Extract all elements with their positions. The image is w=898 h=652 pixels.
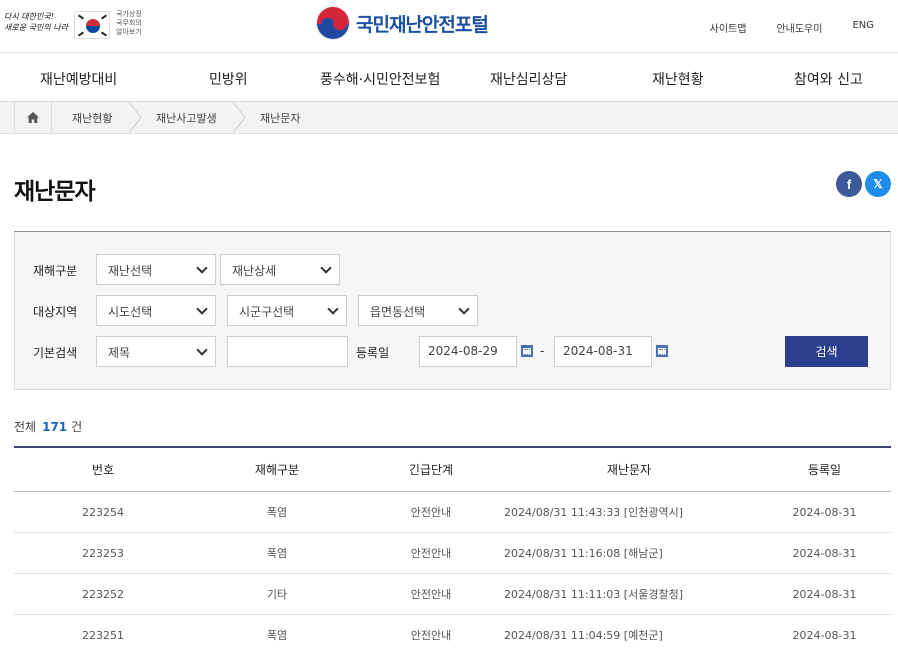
cell-type: 폭염 (266, 629, 288, 642)
government-logo[interactable]: 다시 대한민국! 새로운 국민의 나라 국가상징 국무회의 알아보기 (4, 10, 144, 42)
chevron-down-icon (458, 303, 470, 315)
taegukgi-icon (74, 11, 110, 39)
sido-select[interactable]: 시도선택 (96, 295, 216, 326)
disaster-message-table: 번호 재해구분 긴급단계 재난문자 등록일 223254 폭염 안전안내 202… (14, 446, 891, 652)
cell-level: 안전안내 (410, 547, 452, 560)
chevron-down-icon (320, 262, 332, 274)
cell-date: 2024-08-31 (792, 628, 857, 642)
cell-message[interactable]: 2024/08/31 11:16:08 [해남군] (500, 533, 758, 573)
column-header: 등록일 (807, 463, 842, 477)
chevron-down-icon (327, 303, 339, 315)
select-value: 제목 (108, 346, 131, 360)
nav-disaster-status[interactable]: 재난현황 (652, 69, 704, 89)
keyword-input[interactable] (227, 336, 348, 367)
cell-message[interactable]: 2024/08/31 11:04:59 [예천군] (500, 615, 758, 652)
cell-level: 안전안내 (410, 588, 452, 601)
cell-number: 223251 (82, 628, 124, 642)
calendar-icon[interactable] (521, 345, 533, 357)
chevron-down-icon (196, 303, 208, 315)
cell-type: 기타 (266, 588, 288, 601)
table-row[interactable]: 223253 폭염 안전안내 2024/08/31 11:16:08 [해남군]… (14, 533, 891, 574)
nav-insurance[interactable]: 풍수해·시민안전보험 (320, 69, 440, 89)
column-header: 재해구분 (254, 463, 300, 477)
cell-date: 2024-08-31 (792, 546, 857, 560)
total-prefix: 전체 (14, 420, 37, 434)
facebook-share-button[interactable]: f (836, 171, 862, 197)
cell-number: 223252 (82, 587, 124, 601)
main-navigation: 재난예방대비 민방위 풍수해·시민안전보험 재난심리상담 재난현황 참여와 신고 (0, 52, 898, 102)
chevron-down-icon (196, 262, 208, 274)
breadcrumb: 재난현황 재난사고발생 재난문자 (0, 102, 898, 134)
nav-participation[interactable]: 참여와 신고 (794, 69, 863, 89)
utility-links: 사이트맵 안내도우미 ENG (710, 20, 874, 35)
sitemap-link[interactable]: 사이트맵 (710, 20, 747, 35)
select-value: 시군구선택 (239, 305, 295, 319)
home-button[interactable] (14, 102, 52, 133)
date-label: 등록일 (356, 346, 390, 360)
total-number: 171 (42, 420, 68, 434)
nav-counseling[interactable]: 재난심리상담 (490, 69, 567, 89)
guide-link[interactable]: 안내도우미 (776, 20, 822, 35)
cell-number: 223253 (82, 546, 124, 560)
facebook-icon: f (846, 176, 852, 192)
x-share-button[interactable]: 𝕏 (865, 171, 891, 197)
breadcrumb-separator-icon (128, 102, 142, 133)
sigungu-select[interactable]: 시군구선택 (227, 295, 347, 326)
total-suffix: 건 (71, 420, 83, 434)
type-label: 재해구분 (33, 264, 78, 278)
emblem-icon (316, 6, 350, 40)
cell-type: 폭염 (266, 547, 288, 560)
breadcrumb-current: 재난문자 (260, 112, 301, 125)
disaster-detail-select[interactable]: 재난상세 (220, 254, 340, 285)
table-header: 번호 재해구분 긴급단계 재난문자 등록일 (14, 448, 891, 492)
table-row[interactable]: 223254 폭염 안전안내 2024/08/31 11:43:33 [인천광역… (14, 492, 891, 533)
cell-date: 2024-08-31 (792, 587, 857, 601)
gov-slogan: 다시 대한민국! 새로운 국민의 나라 (4, 12, 68, 32)
select-value: 재난상세 (232, 264, 277, 278)
total-count: 전체 171 건 (14, 418, 82, 435)
table-row[interactable]: 223252 기타 안전안내 2024/08/31 11:11:03 [서울경찰… (14, 574, 891, 615)
english-link[interactable]: ENG (852, 20, 874, 35)
cell-level: 안전안내 (410, 629, 452, 642)
cell-number: 223254 (82, 505, 124, 519)
calendar-icon[interactable] (656, 345, 668, 357)
column-header: 재난문자 (606, 463, 652, 477)
portal-logo[interactable]: 국민재난안전포털 (316, 6, 489, 40)
breadcrumb-item[interactable]: 재난현황 (72, 110, 112, 126)
date-to-input[interactable]: 2024-08-31 (554, 336, 652, 367)
portal-name: 국민재난안전포털 (356, 13, 489, 36)
select-value: 재난선택 (108, 264, 153, 278)
chevron-down-icon (196, 344, 208, 356)
home-icon (27, 112, 39, 123)
cell-message[interactable]: 2024/08/31 11:43:33 [인천광역시] (500, 492, 758, 532)
date-separator: - (540, 344, 545, 358)
region-label: 대상지역 (33, 305, 78, 319)
column-header: 번호 (91, 463, 115, 477)
search-field-select[interactable]: 제목 (96, 336, 216, 367)
cell-date: 2024-08-31 (792, 505, 857, 519)
select-value: 읍면동선택 (370, 305, 426, 319)
basic-search-label: 기본검색 (33, 346, 78, 360)
nav-disaster-prevention[interactable]: 재난예방대비 (40, 69, 117, 89)
cell-type: 폭염 (266, 506, 288, 519)
breadcrumb-separator-icon (232, 102, 246, 133)
page-title: 재난문자 (14, 179, 96, 205)
select-value: 시도선택 (108, 305, 153, 319)
breadcrumb-item[interactable]: 재난사고발생 (156, 110, 217, 126)
cell-message[interactable]: 2024/08/31 11:11:03 [서울경찰청] (500, 574, 758, 614)
search-button[interactable]: 검색 (785, 336, 868, 367)
table-row[interactable]: 223251 폭염 안전안내 2024/08/31 11:04:59 [예천군]… (14, 615, 891, 652)
disaster-select[interactable]: 재난선택 (96, 254, 216, 285)
x-icon: 𝕏 (873, 177, 883, 191)
nav-civil-defense[interactable]: 민방위 (209, 69, 248, 89)
column-header: 긴급단계 (408, 463, 454, 477)
eupmyeondong-select[interactable]: 읍면동선택 (358, 295, 478, 326)
gov-symbol-text: 국가상징 국무회의 알아보기 (116, 10, 142, 36)
date-from-input[interactable]: 2024-08-29 (419, 336, 517, 367)
cell-level: 안전안내 (410, 506, 452, 519)
top-header: 다시 대한민국! 새로운 국민의 나라 국가상징 국무회의 알아보기 국민재난안… (0, 0, 898, 52)
